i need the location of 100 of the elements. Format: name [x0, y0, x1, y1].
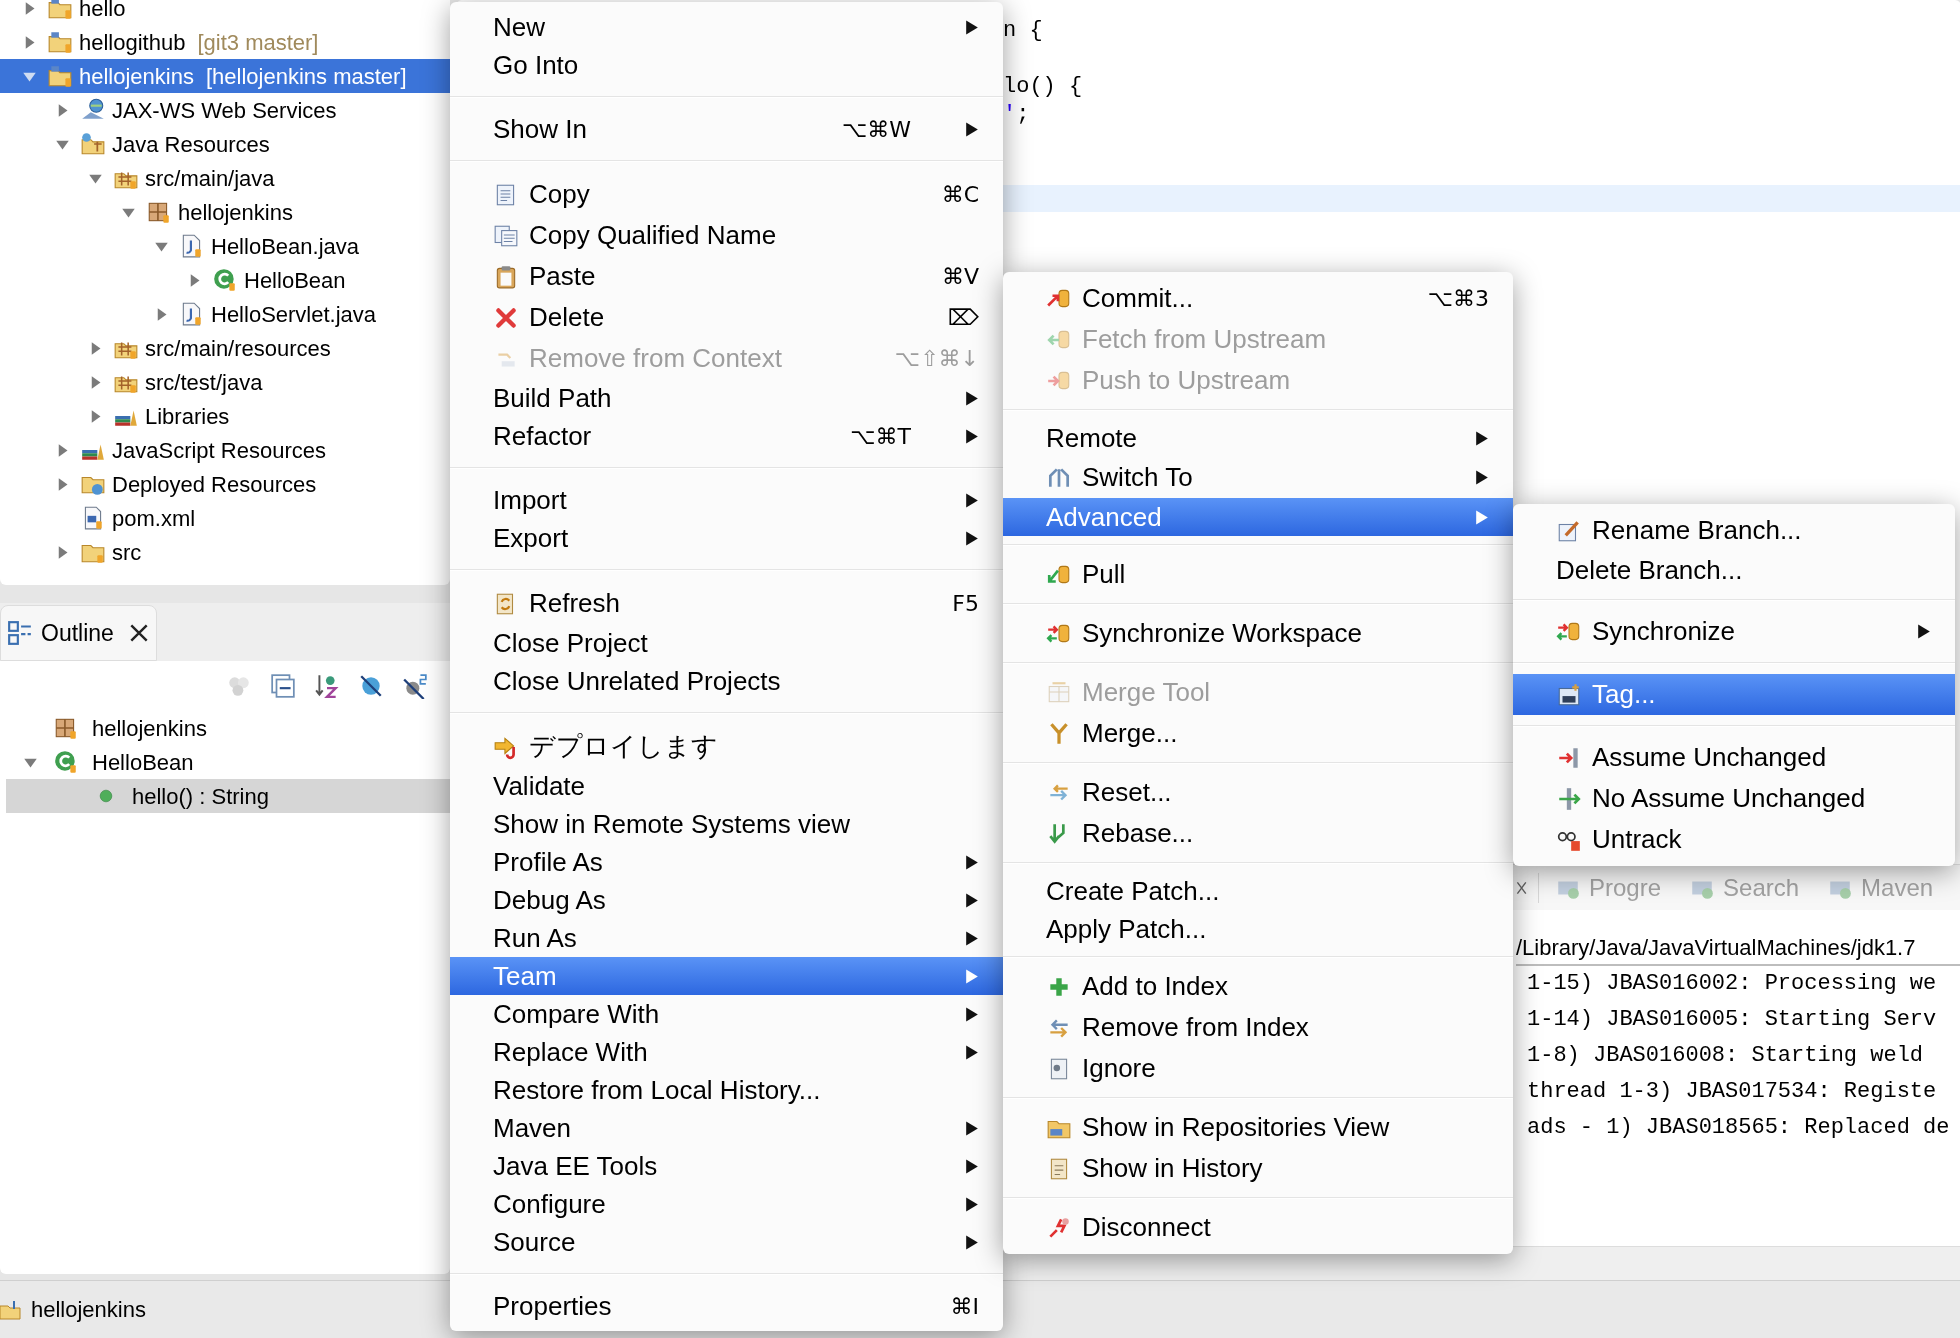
- sort-icon[interactable]: [314, 673, 340, 699]
- tree-item[interactable]: hellojenkins: [0, 195, 450, 229]
- menu-item[interactable]: Refactor ⌥⌘T: [450, 417, 1003, 455]
- menu-item[interactable]: Team: [450, 957, 1003, 995]
- tree-item[interactable]: hello: [0, 0, 450, 25]
- tree-item[interactable]: HelloBean.java: [0, 229, 450, 263]
- menu-item[interactable]: Run As: [450, 919, 1003, 957]
- menu-item[interactable]: Show In ⌥⌘W: [450, 110, 1003, 148]
- menu-item[interactable]: デプロイします: [450, 726, 1003, 767]
- tree-item[interactable]: hellogithub [git3 master]: [0, 25, 450, 59]
- menu-item[interactable]: Ignore: [1003, 1048, 1513, 1089]
- menu-item[interactable]: Import: [450, 481, 1003, 519]
- menu-item[interactable]: Switch To: [1003, 457, 1513, 498]
- menu-item[interactable]: Disconnect: [1003, 1207, 1513, 1248]
- outline-tab[interactable]: Outline: [0, 605, 157, 661]
- shortcut-label: ⌥⌘3: [1427, 285, 1489, 313]
- tree-item[interactable]: Java Resources: [0, 127, 450, 161]
- menu-item[interactable]: Merge...: [1003, 713, 1513, 754]
- repository-tag: [hellojenkins master]: [205, 59, 407, 93]
- outline-item[interactable]: HelloBean: [6, 745, 450, 779]
- menu-item[interactable]: Show in Remote Systems view: [450, 805, 1003, 843]
- menu-item[interactable]: Add to Index: [1003, 966, 1513, 1007]
- outline-item[interactable]: hello() : String: [6, 779, 450, 813]
- item-label: src/main/resources: [145, 334, 331, 363]
- tree-item[interactable]: JAX-WS Web Services: [0, 93, 450, 127]
- menu-item[interactable]: Validate: [450, 767, 1003, 805]
- menu-item[interactable]: Debug As: [450, 881, 1003, 919]
- menu-item[interactable]: New: [450, 8, 1003, 46]
- outline-icon: [7, 620, 33, 646]
- tree-item[interactable]: JavaScript Resources: [0, 433, 450, 467]
- menu-item[interactable]: Advanced: [1003, 498, 1513, 536]
- menu-item[interactable]: Delete Branch...: [1513, 551, 1955, 589]
- tree-item[interactable]: Libraries: [0, 399, 450, 433]
- menu-item[interactable]: Restore from Local History...: [450, 1071, 1003, 1109]
- hide-static-icon[interactable]: [402, 673, 428, 699]
- tree-item[interactable]: pom.xml: [0, 501, 450, 535]
- menu-item[interactable]: Tag...: [1513, 674, 1955, 715]
- item-label: Java Resources: [112, 130, 270, 159]
- menu-item[interactable]: Delete ⌦: [450, 297, 1003, 338]
- menu-item[interactable]: Show in Repositories View: [1003, 1107, 1513, 1148]
- menu-item[interactable]: Paste ⌘V: [450, 256, 1003, 297]
- shortcut-label: ⌦: [947, 304, 979, 332]
- tree-item[interactable]: Deployed Resources: [0, 467, 450, 501]
- menu-item[interactable]: Compare With: [450, 995, 1003, 1033]
- menu-item[interactable]: Export: [450, 519, 1003, 557]
- menu-item[interactable]: Remove from Index: [1003, 1007, 1513, 1048]
- item-label: hellojenkins: [79, 62, 194, 91]
- tree-item[interactable]: src/test/java: [0, 365, 450, 399]
- menu-item[interactable]: Build Path: [450, 379, 1003, 417]
- item-label: HelloBean.java: [211, 232, 359, 261]
- tree-item[interactable]: src/main/java: [0, 161, 450, 195]
- menu-item[interactable]: Profile As: [450, 843, 1003, 881]
- menu-item[interactable]: Close Project: [450, 624, 1003, 662]
- menu-item[interactable]: Apply Patch...: [1003, 910, 1513, 948]
- menu-item[interactable]: Rename Branch...: [1513, 510, 1955, 551]
- menu-item[interactable]: Reset...: [1003, 772, 1513, 813]
- shortcut-label: ⌥⌘T: [850, 422, 911, 451]
- tree-item[interactable]: HelloServlet.java: [0, 297, 450, 331]
- menu-item[interactable]: Assume Unchanged: [1513, 737, 1955, 778]
- menu-item[interactable]: Replace With: [450, 1033, 1003, 1071]
- menu-item[interactable]: Untrack: [1513, 819, 1955, 860]
- submenu-arrow-icon: [965, 853, 979, 871]
- collapse-all-icon[interactable]: [270, 673, 296, 699]
- submenu-arrow-icon: [965, 120, 979, 138]
- menu-item[interactable]: Configure: [450, 1185, 1003, 1223]
- shortcut-label: F5: [952, 590, 979, 618]
- menu-item[interactable]: No Assume Unchanged: [1513, 778, 1955, 819]
- menu-item[interactable]: Properties ⌘I: [450, 1287, 1003, 1325]
- menu-item[interactable]: Go Into: [450, 46, 1003, 84]
- item-label: HelloBean: [244, 266, 346, 295]
- menu-item[interactable]: Close Unrelated Projects: [450, 662, 1003, 700]
- tree-item[interactable]: src: [0, 535, 450, 569]
- menu-item[interactable]: Copy Qualified Name: [450, 215, 1003, 256]
- tree-item[interactable]: hellojenkins [hellojenkins master]: [0, 59, 450, 93]
- hide-fields-icon[interactable]: [358, 673, 384, 699]
- item-label: src/test/java: [145, 368, 263, 397]
- menu-item[interactable]: Copy ⌘C: [450, 174, 1003, 215]
- outline-item[interactable]: hellojenkins: [6, 711, 450, 745]
- submenu-arrow-icon: [965, 891, 979, 909]
- menu-item[interactable]: Source: [450, 1223, 1003, 1261]
- menu-item[interactable]: Commit... ⌥⌘3: [1003, 278, 1513, 319]
- console-line: 1-14) JBAS016005: Starting Serv: [1527, 1006, 1937, 1034]
- menu-item[interactable]: Pull: [1003, 554, 1513, 595]
- console-line: ads - 1) JBAS018565: Replaced de: [1527, 1114, 1950, 1142]
- submenu-arrow-icon: [965, 1195, 979, 1213]
- submenu-arrow-icon: [965, 18, 979, 36]
- menu-item[interactable]: Create Patch...: [1003, 872, 1513, 910]
- menu-item[interactable]: Maven: [450, 1109, 1003, 1147]
- menu-item[interactable]: Rebase...: [1003, 813, 1513, 854]
- tree-item[interactable]: HelloBean: [0, 263, 450, 297]
- tree-item[interactable]: src/main/resources: [0, 331, 450, 365]
- menu-item[interactable]: Refresh F5: [450, 583, 1003, 624]
- item-label: src: [112, 538, 142, 567]
- menu-item[interactable]: Show in History: [1003, 1148, 1513, 1189]
- item-label: hellogithub: [79, 28, 186, 57]
- menu-item[interactable]: Java EE Tools: [450, 1147, 1003, 1185]
- repository-tag: [git3 master]: [197, 25, 319, 59]
- menu-item[interactable]: Remote: [1003, 419, 1513, 457]
- menu-item[interactable]: Synchronize Workspace: [1003, 613, 1513, 654]
- menu-item[interactable]: Synchronize: [1513, 611, 1955, 652]
